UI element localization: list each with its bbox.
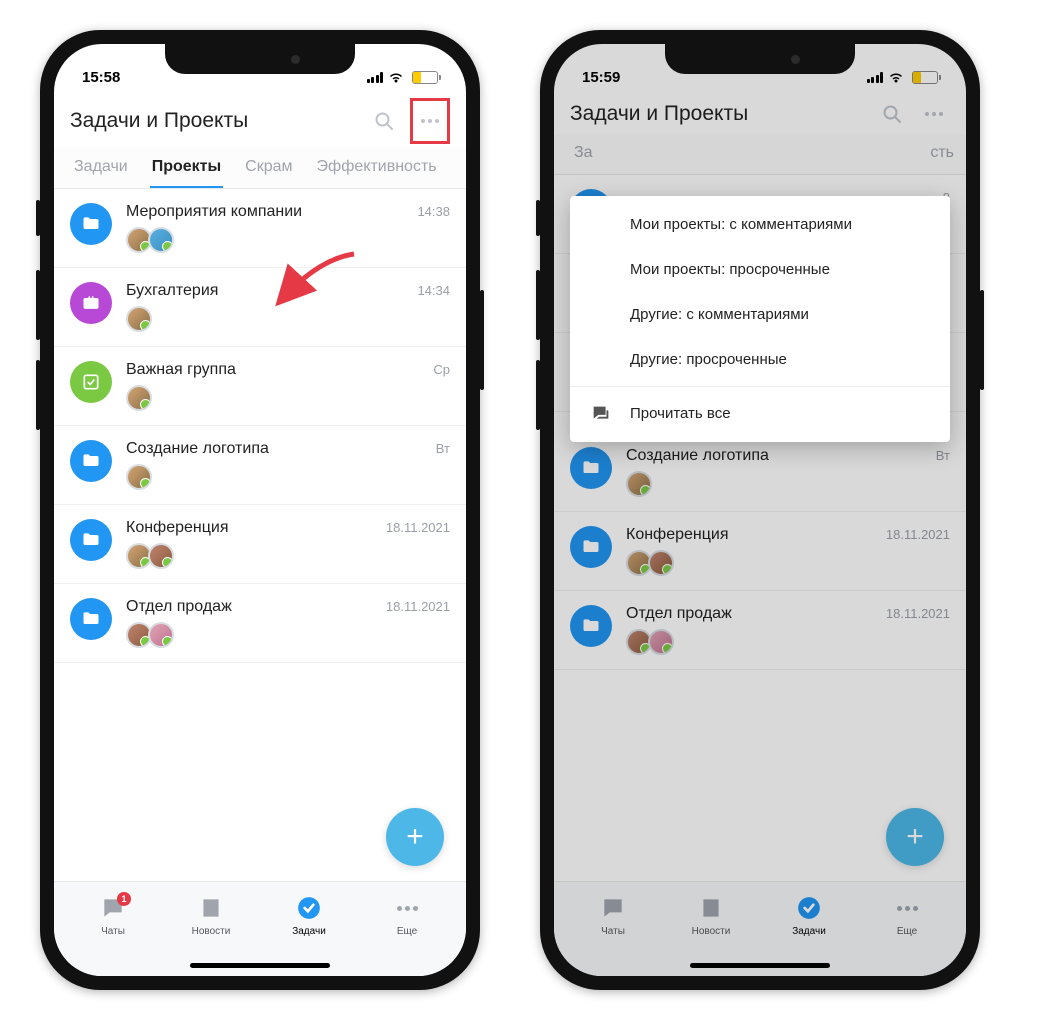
project-icon <box>70 203 112 245</box>
menu-item[interactable]: Мои проекты: с комментариями <box>570 202 950 247</box>
modal-overlay[interactable] <box>554 44 966 976</box>
signal-icon <box>367 72 384 83</box>
battery-icon <box>412 71 438 84</box>
project-row[interactable]: Отдел продаж 18.11.2021 <box>54 584 466 663</box>
project-date: 14:34 <box>417 283 450 298</box>
tab-3[interactable]: Эффективность <box>305 148 449 188</box>
tab-0[interactable]: Задачи <box>62 148 140 188</box>
avatar <box>148 543 174 569</box>
phone-frame-right: 15:59 Задачи и Проекты <box>540 30 980 990</box>
more-icon <box>421 119 439 123</box>
menu-item[interactable]: Другие: с комментариями <box>570 292 950 337</box>
avatar <box>148 227 174 253</box>
status-indicators <box>367 71 439 84</box>
more-button-highlighted[interactable] <box>410 98 450 144</box>
project-row[interactable]: Создание логотипа Вт <box>54 426 466 505</box>
screen: 15:58 Задачи и Проекты ЗадачиПроектыСкра… <box>54 44 466 976</box>
project-title: Бухгалтерия <box>126 282 218 300</box>
nav-label: Задачи <box>292 926 326 937</box>
project-row[interactable]: Бухгалтерия 14:34 <box>54 268 466 347</box>
nav-item-0[interactable]: 1 Чаты <box>64 894 162 937</box>
nav-item-3[interactable]: Еще <box>358 894 456 937</box>
avatar-stack <box>126 543 450 569</box>
wifi-icon <box>388 71 404 83</box>
bottom-nav: 1 Чаты Новости Задачи Еще <box>54 881 466 976</box>
nav-item-2[interactable]: Задачи <box>260 894 358 937</box>
nav-badge: 1 <box>117 892 131 906</box>
avatar-stack <box>126 622 450 648</box>
avatar <box>126 464 152 490</box>
avatar <box>126 385 152 411</box>
screen: 15:59 Задачи и Проекты <box>554 44 966 976</box>
project-icon <box>70 598 112 640</box>
context-menu: Мои проекты: с комментариямиМои проекты:… <box>570 196 950 442</box>
nav-item-1[interactable]: Новости <box>162 894 260 937</box>
avatar <box>126 306 152 332</box>
fab-create-button[interactable]: + <box>386 808 444 866</box>
project-title: Отдел продаж <box>126 598 232 616</box>
menu-item-read-all[interactable]: Прочитать все <box>570 391 950 436</box>
nav-label: Новости <box>192 926 231 937</box>
menu-item[interactable]: Мои проекты: просроченные <box>570 247 950 292</box>
project-list[interactable]: Мероприятия компании 14:38 Бухгалтерия 1… <box>54 189 466 663</box>
home-indicator <box>190 963 330 968</box>
avatar-stack <box>126 306 450 332</box>
project-title: Важная группа <box>126 361 236 379</box>
notch <box>165 44 355 74</box>
project-date: 18.11.2021 <box>386 520 450 535</box>
nav-icon: 1 <box>99 894 127 922</box>
project-date: 18.11.2021 <box>386 599 450 614</box>
menu-item[interactable]: Другие: просроченные <box>570 337 950 382</box>
phone-frame-left: 15:58 Задачи и Проекты ЗадачиПроектыСкра… <box>40 30 480 990</box>
project-icon <box>70 519 112 561</box>
tab-bar: ЗадачиПроектыСкрамЭффективность <box>54 148 466 189</box>
nav-icon <box>393 894 421 922</box>
tab-2[interactable]: Скрам <box>233 148 304 188</box>
project-icon <box>70 440 112 482</box>
tab-1[interactable]: Проекты <box>140 148 233 188</box>
project-date: Ср <box>433 362 450 377</box>
project-title: Конференция <box>126 519 229 537</box>
nav-icon <box>295 894 323 922</box>
project-row[interactable]: Мероприятия компании 14:38 <box>54 189 466 268</box>
notch <box>665 44 855 74</box>
project-icon <box>70 361 112 403</box>
project-icon <box>70 282 112 324</box>
nav-label: Еще <box>397 926 417 937</box>
avatar-stack <box>126 227 450 253</box>
project-title: Создание логотипа <box>126 440 269 458</box>
project-date: 14:38 <box>417 204 450 219</box>
project-title: Мероприятия компании <box>126 203 302 221</box>
page-header: Задачи и Проекты <box>54 92 466 148</box>
search-button[interactable] <box>368 105 400 137</box>
project-row[interactable]: Конференция 18.11.2021 <box>54 505 466 584</box>
project-date: Вт <box>436 441 450 456</box>
avatar-stack <box>126 385 450 411</box>
read-all-icon <box>590 403 612 425</box>
page-title: Задачи и Проекты <box>70 109 248 133</box>
status-time: 15:58 <box>82 69 120 86</box>
project-row[interactable]: Важная группа Ср <box>54 347 466 426</box>
nav-icon <box>197 894 225 922</box>
nav-label: Чаты <box>101 926 125 937</box>
avatar-stack <box>126 464 450 490</box>
avatar <box>148 622 174 648</box>
